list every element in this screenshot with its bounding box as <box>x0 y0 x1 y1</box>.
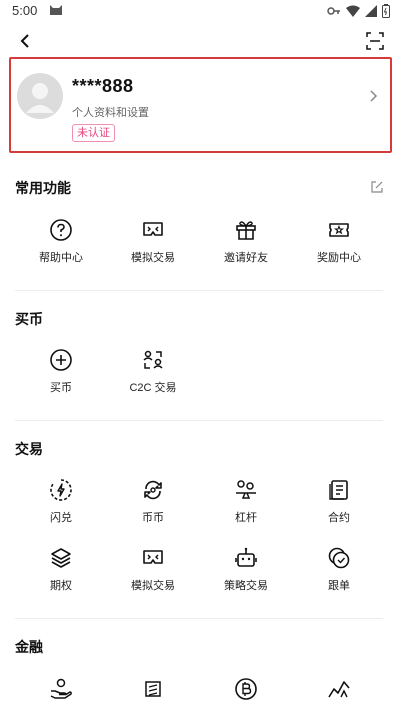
item-label: 闪兑 <box>50 512 72 524</box>
finance-item-2[interactable] <box>113 677 193 701</box>
trade-item-futures[interactable]: 合约 <box>299 478 379 525</box>
gift-icon <box>236 221 256 240</box>
item-label: 合约 <box>328 512 350 524</box>
item-label: 帮助中心 <box>39 252 83 264</box>
common-item-rewards[interactable]: 奖励中心 <box>299 218 379 265</box>
swap-icon <box>144 480 162 500</box>
status-time: 5:00 <box>12 3 38 18</box>
username: ****888 <box>72 76 134 96</box>
section-title-finance: 金融 <box>15 639 43 655</box>
c2c-icon <box>143 350 163 369</box>
finance-item-4[interactable] <box>299 677 379 701</box>
layers-icon <box>51 548 71 568</box>
trade-item-copy-trading[interactable]: 跟单 <box>299 546 379 593</box>
key-icon <box>327 7 340 15</box>
common-item-invite-friends[interactable]: 邀请好友 <box>206 218 286 265</box>
scan-button[interactable] <box>362 28 388 54</box>
trade-item-spot[interactable]: 币币 <box>113 478 193 525</box>
chevron-left-icon <box>20 34 29 48</box>
user-avatar-icon <box>26 83 54 113</box>
robot-icon <box>235 547 257 567</box>
status-icons <box>327 3 390 19</box>
contract-icon <box>329 480 348 500</box>
plus-circle-icon <box>50 349 72 371</box>
common-item-help[interactable]: 帮助中心 <box>21 218 101 265</box>
chevron-right-icon <box>370 90 378 102</box>
buy-item-buy-crypto[interactable]: 买币 <box>21 348 101 395</box>
item-label: 币币 <box>142 512 164 524</box>
trade-item-margin[interactable]: 杠杆 <box>206 478 286 525</box>
finance-item-3[interactable] <box>206 677 286 701</box>
notification-cat-icon <box>50 5 62 15</box>
item-label: 模拟交易 <box>131 580 175 592</box>
leverage-icon <box>236 480 256 499</box>
hand-coin-icon <box>50 678 72 699</box>
section-title-trade: 交易 <box>15 441 43 457</box>
item-label: 期权 <box>50 580 72 592</box>
bitcoin-icon <box>235 678 257 700</box>
battery-icon <box>382 4 390 18</box>
item-label: 奖励中心 <box>317 252 361 264</box>
signal-icon <box>365 5 377 17</box>
profile-subtitle: 个人资料和设置 <box>72 107 149 119</box>
flash-icon <box>50 479 72 501</box>
profile-card[interactable]: ****888 个人资料和设置 未认证 <box>9 57 392 153</box>
divider <box>15 618 383 619</box>
help-icon <box>50 219 72 241</box>
vr-icon <box>143 222 163 236</box>
wifi-icon <box>346 5 360 17</box>
edit-icon[interactable] <box>370 180 384 194</box>
buy-item-c2c[interactable]: C2C 交易 <box>113 348 193 395</box>
item-label: 邀请好友 <box>224 252 268 264</box>
trade-item-simulated-trading[interactable]: 模拟交易 <box>113 546 193 593</box>
earn-icon <box>145 681 161 697</box>
ticket-icon <box>329 223 349 237</box>
chart-icon <box>328 681 350 698</box>
finance-item-1[interactable] <box>21 677 101 701</box>
vr-icon <box>143 550 163 564</box>
avatar[interactable] <box>17 73 63 119</box>
trade-item-options[interactable]: 期权 <box>21 546 101 593</box>
trade-item-flash-swap[interactable]: 闪兑 <box>21 478 101 525</box>
item-label: 杠杆 <box>235 512 257 524</box>
item-label: 策略交易 <box>224 580 268 592</box>
section-title-common: 常用功能 <box>15 180 71 196</box>
common-item-simulated-trading[interactable]: 模拟交易 <box>113 218 193 265</box>
divider <box>15 290 383 291</box>
item-label: 跟单 <box>328 580 350 592</box>
divider <box>15 420 383 421</box>
item-label: 模拟交易 <box>131 252 175 264</box>
trade-item-strategy[interactable]: 策略交易 <box>206 546 286 593</box>
scan-icon <box>366 32 384 50</box>
section-title-buy: 买币 <box>15 311 43 327</box>
back-button[interactable] <box>12 28 38 54</box>
item-label: C2C 交易 <box>129 382 177 394</box>
item-label: 买币 <box>50 382 72 394</box>
verification-badge[interactable]: 未认证 <box>72 124 115 142</box>
status-bar: 5:00 <box>0 0 400 22</box>
copy-trade-icon <box>328 547 350 569</box>
